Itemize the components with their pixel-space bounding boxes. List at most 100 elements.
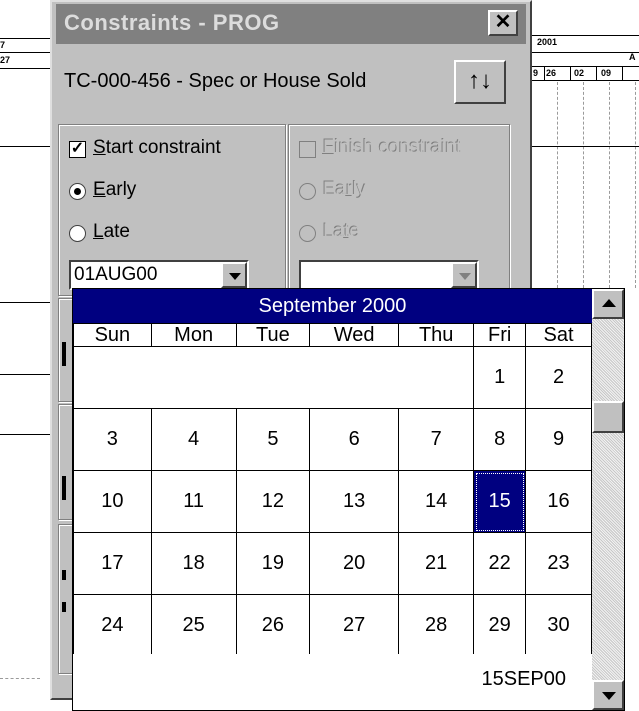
weekday-mon: Mon	[150, 323, 237, 347]
finish-date-combo[interactable]	[299, 260, 479, 290]
start-constraint-group: ✓ Start constraint Early Late 01AUG00	[58, 124, 286, 296]
scroll-thumb[interactable]	[592, 401, 624, 433]
calendar-day[interactable]: 29	[473, 594, 527, 657]
gantt-gridline	[0, 678, 40, 680]
hidden-control-edge	[62, 570, 66, 580]
title-bar[interactable]: Constraints - PROG ✕	[56, 4, 526, 44]
calendar-day[interactable]: 10	[73, 470, 152, 533]
calendar-day[interactable]: 18	[150, 532, 237, 595]
selected-date-text: 15SEP00	[481, 668, 566, 690]
weekday-sun: Sun	[73, 323, 152, 347]
gantt-row-line	[532, 146, 639, 147]
weekday-wed: Wed	[309, 323, 399, 347]
gantt-line	[532, 52, 639, 53]
calendar-day-selected[interactable]: 15	[473, 470, 527, 533]
calendar-day[interactable]: 27	[309, 594, 399, 657]
close-button[interactable]: ✕	[488, 10, 518, 36]
finish-constraint-label: Finish constraint	[323, 137, 462, 158]
calendar-day[interactable]: 24	[73, 594, 152, 657]
gantt-tick	[622, 66, 623, 80]
gantt-tick	[596, 66, 597, 80]
calendar-day[interactable]: 25	[150, 594, 237, 657]
calendar-day[interactable]: 4	[150, 408, 237, 471]
gantt-line	[532, 80, 639, 81]
up-down-arrows-icon: ↑↓	[468, 67, 492, 94]
start-early-radio[interactable]	[69, 183, 86, 200]
gantt-label-top: 7	[0, 40, 6, 50]
start-late-radio[interactable]	[69, 225, 86, 242]
calendar-popup: September 2000 Sun Mon Tue Wed Thu Fri S…	[72, 288, 625, 711]
calendar-day[interactable]: 8	[473, 408, 527, 471]
calendar-day[interactable]: 3	[73, 408, 152, 471]
calendar-day[interactable]: 16	[525, 470, 592, 533]
gantt-month: A	[629, 52, 636, 62]
calendar-day[interactable]: 1	[473, 346, 527, 409]
start-date-dropdown-button[interactable]	[221, 262, 247, 288]
gantt-row-line	[0, 302, 50, 303]
calendar-week-row: 24 25 26 27 28 29 30	[73, 594, 592, 657]
calendar-day[interactable]: 30	[525, 594, 592, 657]
updown-button[interactable]: ↑↓	[454, 60, 506, 104]
calendar-day[interactable]: 21	[397, 532, 475, 595]
calendar-day[interactable]: 22	[473, 532, 527, 595]
calendar-week-row: 17 18 19 20 21 22 23	[73, 532, 592, 595]
calendar-day[interactable]: 12	[235, 470, 311, 533]
gantt-tick	[544, 66, 545, 80]
dialog-title: Constraints - PROG	[64, 10, 280, 35]
gantt-line	[0, 52, 50, 53]
gantt-week: 09	[601, 68, 612, 78]
empty-days	[72, 346, 475, 409]
gantt-line	[0, 38, 50, 39]
start-constraint-checkbox[interactable]: ✓	[69, 141, 86, 158]
start-constraint-label: Start constraint	[93, 137, 221, 158]
calendar-day[interactable]: 19	[235, 532, 311, 595]
hidden-control-edge	[62, 602, 66, 612]
start-date-combo[interactable]: 01AUG00	[69, 260, 249, 290]
activity-name: TC-000-456 - Spec or House Sold	[64, 70, 367, 92]
finish-early-label: Early	[323, 179, 367, 200]
calendar-scrollbar[interactable]	[592, 289, 624, 710]
start-date-value: 01AUG00	[74, 264, 158, 285]
calendar-day[interactable]: 9	[525, 408, 592, 471]
gantt-gridline	[609, 82, 610, 288]
weekday-header-row: Sun Mon Tue Wed Thu Fri Sat	[73, 323, 592, 347]
gantt-row-line	[0, 374, 50, 375]
calendar-day[interactable]: 20	[309, 532, 399, 595]
calendar-week-row: 10 11 12 13 14 15 16	[73, 470, 592, 533]
finish-late-radio[interactable]	[299, 225, 316, 242]
checkmark-icon: ✓	[70, 140, 85, 157]
scroll-up-button[interactable]	[592, 289, 624, 319]
gantt-row-line	[0, 434, 50, 435]
calendar-day[interactable]: 11	[150, 470, 237, 533]
scroll-down-button[interactable]	[592, 680, 624, 710]
calendar-day[interactable]: 17	[73, 532, 152, 595]
gantt-year: 2001	[537, 37, 558, 47]
weekday-fri: Fri	[473, 323, 527, 347]
calendar-day[interactable]: 23	[525, 532, 592, 595]
start-late-label: Late	[93, 221, 130, 242]
calendar-day[interactable]: 2	[525, 346, 592, 409]
close-icon: ✕	[494, 11, 512, 33]
calendar-day[interactable]: 28	[397, 594, 475, 657]
calendar-day[interactable]: 5	[235, 408, 311, 471]
finish-constraint-group: Finish constraint Early Late	[288, 124, 510, 296]
calendar-day[interactable]: 7	[397, 408, 475, 471]
calendar-day[interactable]: 26	[235, 594, 311, 657]
gantt-tick	[570, 66, 571, 80]
calendar-footer: 15SEP00	[73, 654, 592, 710]
finish-early-radio[interactable]	[299, 183, 316, 200]
gantt-row-line	[0, 146, 50, 147]
gantt-gridline	[557, 82, 558, 288]
gantt-week: 26	[546, 68, 557, 78]
start-early-label: Early	[93, 179, 137, 200]
calendar-day[interactable]: 6	[309, 408, 399, 471]
hidden-control-edge	[62, 476, 66, 500]
finish-late-label: Late	[323, 221, 360, 242]
gantt-week: 9	[533, 68, 539, 78]
weekday-tue: Tue	[235, 323, 311, 347]
calendar-day[interactable]: 14	[397, 470, 475, 533]
finish-date-dropdown-button[interactable]	[451, 262, 477, 288]
finish-constraint-checkbox[interactable]	[299, 141, 316, 158]
gantt-line	[0, 68, 50, 69]
calendar-day[interactable]: 13	[309, 470, 399, 533]
